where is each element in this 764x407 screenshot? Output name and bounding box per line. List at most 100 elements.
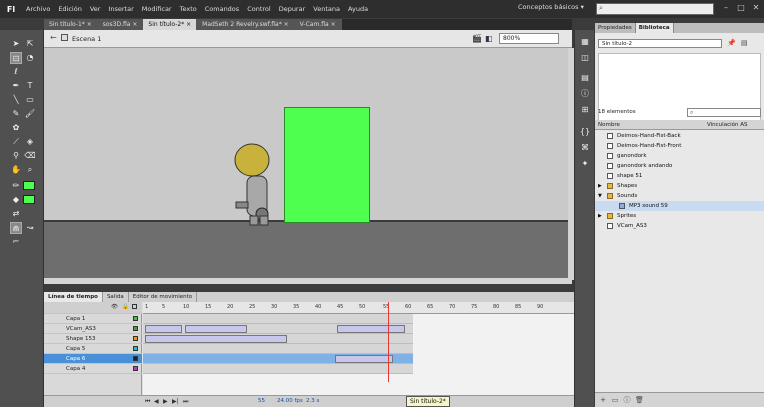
bone-tool-icon[interactable]: ⟋ (10, 136, 22, 148)
info-panel-icon[interactable]: ⓘ (579, 88, 591, 100)
eyedropper-tool-icon[interactable]: ⚲ (10, 150, 22, 162)
menu-control[interactable]: Control (243, 5, 275, 13)
motion-tween[interactable] (145, 325, 182, 333)
stage[interactable] (44, 48, 568, 278)
frame-row[interactable] (143, 314, 413, 324)
close-button[interactable]: ✕ (750, 2, 762, 14)
layer-color-swatch[interactable] (133, 356, 138, 361)
frame-ruler[interactable]: 1 5 10 15 20 25 30 35 40 45 50 55 60 65 … (143, 302, 574, 314)
back-arrow-icon[interactable]: ← (50, 33, 57, 42)
menu-ver[interactable]: Ver (86, 5, 105, 13)
color-panel-icon[interactable]: ▦ (579, 36, 591, 48)
library-search-input[interactable]: ⌕ (687, 108, 761, 117)
motion-tween[interactable] (335, 355, 393, 363)
doc-tab-sin-titulo-2[interactable]: Sin título-2* × (143, 19, 198, 30)
workspace-switcher[interactable]: Conceptos básicos ▾ (518, 3, 584, 11)
go-to-last-frame-icon[interactable]: ⏭ (183, 398, 188, 406)
tab-propiedades[interactable]: Propiedades (595, 23, 636, 33)
straighten-option-icon[interactable]: ⌐ (10, 236, 22, 248)
menu-texto[interactable]: Texto (176, 5, 201, 13)
help-search-input[interactable]: ⌕ (596, 3, 714, 15)
code-snippets-icon[interactable]: {} (579, 126, 591, 138)
doc-tab-madseth[interactable]: MadSeth 2 Revelry.swf.fla* × (197, 19, 295, 30)
pencil-tool-icon[interactable]: ✎ (10, 108, 22, 120)
step-back-icon[interactable]: ◀ (154, 398, 159, 405)
doc-tab-sos3d[interactable]: sos3D.fla × (97, 19, 144, 30)
chevron-down-icon[interactable]: ▼ (598, 191, 602, 201)
menu-ayuda[interactable]: Ayuda (344, 5, 372, 13)
maximize-button[interactable]: □ (735, 2, 747, 14)
edit-symbol-icon[interactable]: ◧ (485, 34, 493, 43)
text-tool-icon[interactable]: T (24, 80, 36, 92)
fill-color-swatch[interactable] (23, 195, 35, 204)
properties-icon[interactable]: ⓘ (623, 396, 631, 404)
eraser-tool-icon[interactable]: ⌫ (24, 150, 36, 162)
chevron-right-icon[interactable]: ▶ (598, 181, 602, 191)
library-item[interactable]: Deimos-Hand-Fist-Front (595, 141, 764, 151)
layer-color-swatch[interactable] (133, 316, 138, 321)
pen-tool-icon[interactable]: ✒ (10, 80, 22, 92)
stage-horizontal-scrollbar[interactable] (44, 278, 572, 284)
tab-linea-de-tiempo[interactable]: Línea de tiempo (44, 292, 103, 302)
frame-row[interactable] (143, 334, 413, 344)
new-library-icon[interactable]: ▤ (741, 39, 748, 47)
zoom-tool-icon[interactable]: ⌕ (24, 164, 36, 176)
green-rectangle-shape[interactable] (284, 107, 370, 223)
step-forward-icon[interactable]: ▶| (172, 398, 179, 405)
lock-icon[interactable]: 🔒 (122, 302, 129, 312)
motion-tween[interactable] (337, 325, 405, 333)
align-panel-icon[interactable]: ▤ (579, 72, 591, 84)
layer-row-selected[interactable]: Capa 6 (44, 354, 142, 364)
library-item[interactable]: VCam_AS3 (595, 221, 764, 231)
doc-tab-vcam[interactable]: V-Cam.fla × (294, 19, 342, 30)
zoom-select[interactable]: 800% (499, 33, 559, 44)
layer-row[interactable]: Capa 1 (44, 314, 142, 324)
new-symbol-icon[interactable]: + (599, 396, 607, 404)
layer-color-swatch[interactable] (133, 346, 138, 351)
library-item[interactable]: ganondork andando (595, 161, 764, 171)
new-folder-icon[interactable]: ▭ (611, 396, 619, 404)
layer-color-swatch[interactable] (133, 366, 138, 371)
outline-icon[interactable] (132, 304, 137, 309)
tab-biblioteca[interactable]: Biblioteca (635, 23, 674, 33)
playhead[interactable] (388, 302, 389, 382)
frame-row-selected[interactable] (143, 354, 413, 364)
library-item[interactable]: ganondork (595, 151, 764, 161)
paint-bucket-tool-icon[interactable]: ◈ (24, 136, 36, 148)
layer-row[interactable]: Capa 5 (44, 344, 142, 354)
pin-icon[interactable]: 📌 (727, 39, 736, 47)
frame-rate[interactable]: 24.00 fps (277, 398, 303, 404)
go-to-first-frame-icon[interactable]: ⏮ (145, 398, 150, 406)
column-linkage[interactable]: Vinculación AS (707, 120, 747, 130)
motion-tween[interactable] (145, 335, 287, 343)
layer-row[interactable]: Capa 4 (44, 364, 142, 374)
line-tool-icon[interactable]: ╲ (10, 94, 22, 106)
frame-grid[interactable]: 1 5 10 15 20 25 30 35 40 45 50 55 60 65 … (143, 302, 574, 407)
swap-colors-icon[interactable]: ⇄ (10, 208, 22, 220)
menu-comandos[interactable]: Comandos (201, 5, 243, 13)
library-item[interactable]: shape 51 (595, 171, 764, 181)
library-folder[interactable]: ▶ Sprites (595, 211, 764, 221)
minimize-button[interactable]: – (720, 2, 732, 14)
lasso-tool-icon[interactable]: ℓ (10, 66, 22, 78)
tab-salida[interactable]: Salida (103, 292, 129, 302)
library-item[interactable]: Deimos-Hand-Fist-Back (595, 131, 764, 141)
selection-tool-icon[interactable]: ➤ (10, 38, 22, 50)
layer-row[interactable]: VCam_AS3 (44, 324, 142, 334)
column-name[interactable]: Nombre (598, 120, 620, 130)
subselection-tool-icon[interactable]: ⇱ (24, 38, 36, 50)
play-icon[interactable]: ▶ (163, 398, 168, 405)
motion-presets-icon[interactable]: ✦ (579, 158, 591, 170)
brush-tool-icon[interactable]: 🖌 (24, 108, 36, 120)
menu-edicion[interactable]: Edición (54, 5, 86, 13)
doc-tab-sin-titulo-1[interactable]: Sin título-1* × (44, 19, 98, 30)
snap-magnet-icon[interactable]: ⋒ (10, 222, 22, 234)
smooth-option-icon[interactable]: ↝ (24, 222, 36, 234)
frame-row[interactable] (143, 364, 413, 374)
rectangle-tool-icon[interactable]: ▭ (24, 94, 36, 106)
library-item-selected[interactable]: MP3 sound 59 (595, 201, 764, 211)
frame-row[interactable] (143, 324, 413, 334)
3d-rotation-tool-icon[interactable]: ◔ (24, 52, 36, 64)
hand-tool-icon[interactable]: ✋ (10, 164, 22, 176)
stroke-color-swatch[interactable] (23, 181, 35, 190)
